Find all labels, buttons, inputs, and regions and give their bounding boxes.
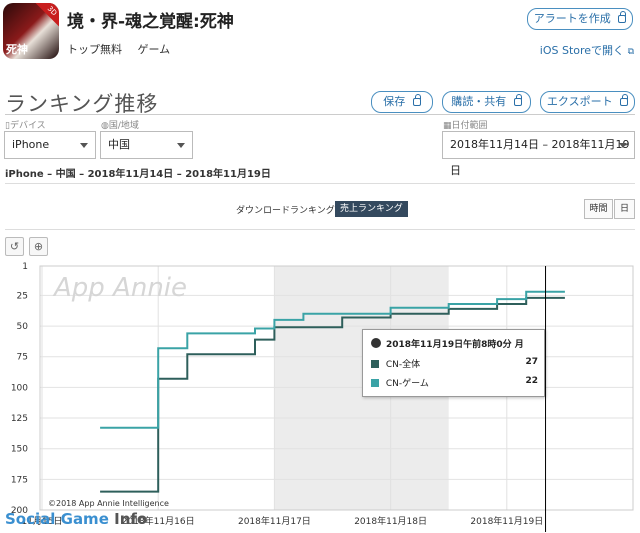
y-tick-label: 75 xyxy=(17,353,28,363)
y-tick-label: 50 xyxy=(17,322,29,332)
tooltip-row-label: CN-全体 xyxy=(385,360,421,370)
tooltip-header: 2018年11月19日午前8時0分 月 xyxy=(371,337,524,350)
y-tick-label: 100 xyxy=(11,383,28,393)
reset-zoom-icon[interactable]: ↺ xyxy=(5,237,24,256)
tooltip-row-value: 22 xyxy=(525,376,538,386)
country-filter-label: ◍国/地域 xyxy=(101,121,139,131)
tooltip-row-value: 27 xyxy=(525,357,538,367)
badge-3d: 3D xyxy=(35,3,59,28)
export-label: エクスポート xyxy=(546,95,613,108)
save-label: 保存 xyxy=(383,95,406,108)
export-button[interactable]: エクスポート xyxy=(540,91,635,113)
chevron-down-icon xyxy=(619,143,627,148)
lock-icon xyxy=(513,94,522,106)
create-alert-button[interactable]: アラートを作成 xyxy=(527,8,633,30)
device-filter-label: ▯デバイス xyxy=(5,121,46,131)
tab-download-ranking[interactable]: ダウンロードランキング xyxy=(236,203,335,216)
x-tick-label: 2018年11月17日 xyxy=(238,515,311,527)
zoom-icon[interactable]: ⊕ xyxy=(29,237,48,256)
tooltip-row-games: CN-ゲーム 22 xyxy=(371,376,538,389)
divider xyxy=(5,229,635,230)
divider xyxy=(5,114,635,115)
subscribe-share-label: 購読・共有 xyxy=(451,95,507,108)
y-tick-label: 150 xyxy=(11,445,28,455)
y-tick-label: 25 xyxy=(17,291,28,301)
divider xyxy=(5,183,635,184)
open-ios-store-link[interactable]: iOS Storeで開く ⧉ xyxy=(540,42,634,58)
series-swatch xyxy=(371,379,379,387)
site-watermark: Social Game Info xyxy=(5,510,148,528)
date-range-value: 2018年11月14日 – 2018年11月19日 xyxy=(450,138,630,177)
x-tick-label: 2018年11月18日 xyxy=(354,515,427,527)
meta-category[interactable]: ゲーム xyxy=(138,43,171,56)
tooltip-row-label: CN-ゲーム xyxy=(385,379,429,389)
country-select-value: 中国 xyxy=(108,138,130,151)
lock-icon xyxy=(618,11,627,23)
app-icon: 3D 死神 xyxy=(3,3,59,59)
globe-icon xyxy=(371,338,381,348)
store-link-label: iOS Storeで開く xyxy=(539,44,625,57)
chart-tooltip: 2018年11月19日午前8時0分 月 CN-全体 27 CN-ゲーム 22 xyxy=(362,329,545,397)
country-select[interactable]: 中国 xyxy=(100,131,193,159)
create-alert-label: アラートを作成 xyxy=(533,12,611,25)
device-select[interactable]: iPhone xyxy=(4,131,96,159)
chevron-down-icon xyxy=(80,143,88,148)
granularity-day-button[interactable]: 日 xyxy=(614,199,635,219)
copyright-text: ©2018 App Annie Intelligence xyxy=(48,499,169,508)
date-range-select[interactable]: 2018年11月14日 – 2018年11月19日 xyxy=(442,131,635,177)
x-tick-label: 2018年11月19日 xyxy=(470,515,543,527)
app-title: 境・界-魂之覚醒:死神 xyxy=(67,12,234,32)
y-tick-label: 1 xyxy=(22,262,28,272)
app-icon-tag: 死神 xyxy=(6,43,28,56)
lock-icon xyxy=(412,94,421,106)
series-swatch xyxy=(371,360,379,368)
lock-icon xyxy=(620,94,629,106)
tab-revenue-ranking[interactable]: 売上ランキング xyxy=(335,201,408,217)
meta-chart: トップ無料 xyxy=(67,43,122,56)
subscribe-share-button[interactable]: 購読・共有 xyxy=(442,91,531,113)
y-tick-label: 175 xyxy=(11,475,28,485)
app-meta: トップ無料 ゲーム xyxy=(67,41,182,57)
app-annie-watermark: App Annie xyxy=(52,273,187,303)
device-select-value: iPhone xyxy=(12,138,50,151)
save-button[interactable]: 保存 xyxy=(371,91,433,113)
globe-icon: ◍ xyxy=(101,121,109,131)
granularity-hour-button[interactable]: 時間 xyxy=(584,199,613,219)
calendar-icon: ▦ xyxy=(443,121,452,131)
chevron-down-icon xyxy=(177,143,185,148)
tooltip-row-overall: CN-全体 27 xyxy=(371,357,538,370)
date-range-label: ▦日付範囲 xyxy=(443,121,488,131)
filter-summary: iPhone – 中国 – 2018年11月14日 – 2018年11月19日 xyxy=(5,169,271,180)
external-link-icon: ⧉ xyxy=(627,47,634,57)
y-tick-label: 125 xyxy=(11,414,28,424)
